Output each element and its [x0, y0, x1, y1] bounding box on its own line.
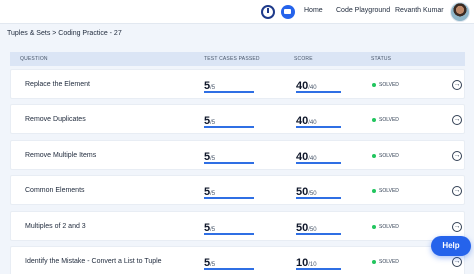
tests-progress-bar	[204, 197, 254, 199]
breadcrumb[interactable]: Tuples & Sets > Coding Practice - 27	[7, 30, 122, 37]
tests-progress-fill	[204, 91, 254, 93]
status-label: SOLVED	[379, 117, 399, 123]
status-label: SOLVED	[379, 188, 399, 194]
help-button[interactable]: Help	[431, 236, 471, 256]
score-progress-fill	[296, 197, 341, 199]
table-row[interactable]: Remove Duplicates 5/5 40/40 SOLVED →	[10, 104, 465, 134]
score-progress-fill	[296, 126, 341, 128]
test-cases-cell: 5/5	[204, 253, 254, 273]
header-score: SCORE	[294, 56, 313, 62]
solved-dot-icon	[372, 82, 376, 87]
chat-icon[interactable]	[281, 5, 295, 19]
user-name: Revanth Kumar	[395, 7, 444, 14]
top-nav: Home Code Playground Revanth Kumar	[0, 0, 474, 24]
question-title[interactable]: Remove Duplicates	[25, 116, 86, 123]
header-test-cases: TEST CASES PASSED	[204, 56, 260, 62]
test-cases-cell: 5/5	[204, 76, 254, 96]
header-status: STATUS	[371, 56, 392, 62]
status-badge: SOLVED	[372, 224, 399, 230]
arrow-right-icon[interactable]: →	[452, 222, 462, 232]
table-row[interactable]: Remove Multiple Items 5/5 40/40 SOLVED →	[10, 140, 465, 170]
tests-progress-bar	[204, 91, 254, 93]
test-cases-cell: 5/5	[204, 111, 254, 131]
status-badge: SOLVED	[372, 82, 399, 88]
tests-progress-fill	[204, 268, 254, 270]
score-progress-fill	[296, 91, 341, 93]
test-cases-cell: 5/5	[204, 147, 254, 167]
status-label: SOLVED	[379, 259, 399, 265]
question-title[interactable]: Remove Multiple Items	[25, 152, 96, 159]
status-label: SOLVED	[379, 153, 399, 159]
tests-progress-fill	[204, 197, 254, 199]
score-progress-bar	[296, 91, 341, 93]
nav-code-playground-link[interactable]: Code Playground	[336, 7, 390, 14]
score-progress-bar	[296, 126, 341, 128]
question-title[interactable]: Identify the Mistake - Convert a List to…	[25, 258, 162, 265]
score-progress-bar	[296, 197, 341, 199]
table-row[interactable]: Common Elements 5/5 50/50 SOLVED →	[10, 175, 465, 205]
arrow-right-icon[interactable]: →	[452, 151, 462, 161]
tests-progress-fill	[204, 233, 254, 235]
arrow-right-icon[interactable]: →	[452, 115, 462, 125]
score-cell: 40/40	[296, 147, 341, 167]
test-cases-cell: 5/5	[204, 218, 254, 238]
tests-progress-fill	[204, 126, 254, 128]
score-progress-bar	[296, 233, 341, 235]
table-row[interactable]: Identify the Mistake - Convert a List to…	[10, 246, 465, 274]
score-cell: 10/10	[296, 253, 341, 273]
score-progress-bar	[296, 268, 341, 270]
solved-dot-icon	[372, 153, 376, 158]
question-title[interactable]: Common Elements	[25, 187, 85, 194]
arrow-right-icon[interactable]: →	[452, 80, 462, 90]
score-cell: 50/50	[296, 182, 341, 202]
tests-progress-bar	[204, 126, 254, 128]
status-badge: SOLVED	[372, 117, 399, 123]
status-label: SOLVED	[379, 224, 399, 230]
tests-progress-bar	[204, 162, 254, 164]
test-cases-cell: 5/5	[204, 182, 254, 202]
score-cell: 40/40	[296, 76, 341, 96]
score-progress-fill	[296, 162, 341, 164]
status-label: SOLVED	[379, 82, 399, 88]
nav-home-link[interactable]: Home	[304, 7, 323, 14]
score-progress-fill	[296, 233, 341, 235]
tests-progress-bar	[204, 233, 254, 235]
tests-progress-bar	[204, 268, 254, 270]
stopwatch-icon[interactable]	[261, 5, 275, 19]
score-cell: 50/50	[296, 218, 341, 238]
solved-dot-icon	[372, 259, 376, 264]
solved-dot-icon	[372, 117, 376, 122]
score-cell: 40/40	[296, 111, 341, 131]
table-row[interactable]: Multiples of 2 and 3 5/5 50/50 SOLVED →	[10, 211, 465, 241]
status-badge: SOLVED	[372, 259, 399, 265]
solved-dot-icon	[372, 188, 376, 193]
table-row[interactable]: Replace the Element 5/5 40/40 SOLVED →	[10, 69, 465, 99]
solved-dot-icon	[372, 224, 376, 229]
status-badge: SOLVED	[372, 188, 399, 194]
arrow-right-icon[interactable]: →	[452, 186, 462, 196]
score-progress-fill	[296, 268, 341, 270]
question-title[interactable]: Replace the Element	[25, 81, 90, 88]
avatar[interactable]	[450, 2, 470, 22]
table-header: QUESTION TEST CASES PASSED SCORE STATUS	[10, 52, 465, 66]
header-question: QUESTION	[20, 56, 48, 62]
status-badge: SOLVED	[372, 153, 399, 159]
question-title[interactable]: Multiples of 2 and 3	[25, 223, 86, 230]
tests-progress-fill	[204, 162, 254, 164]
arrow-right-icon[interactable]: →	[452, 257, 462, 267]
score-progress-bar	[296, 162, 341, 164]
